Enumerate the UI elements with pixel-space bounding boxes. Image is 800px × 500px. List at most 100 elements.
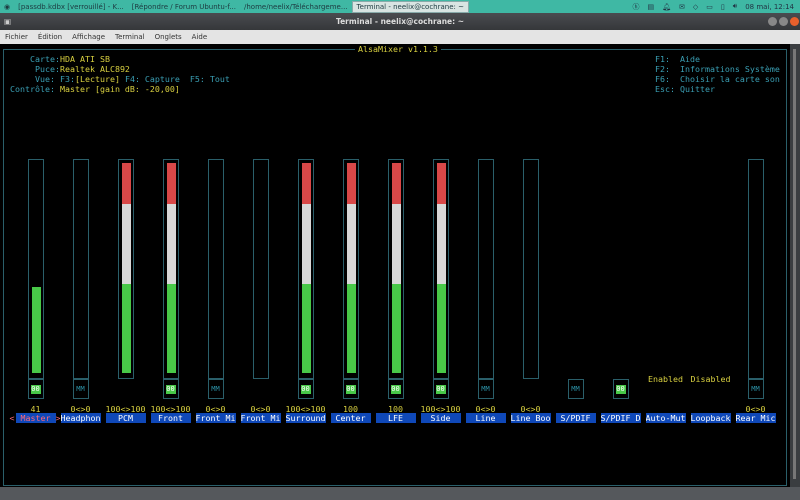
mute-toggle[interactable]: 00: [432, 379, 449, 399]
meter-fill-white: [121, 203, 131, 284]
volume-meter[interactable]: [477, 159, 494, 379]
enum-value[interactable]: Enabled: [643, 374, 688, 384]
mute-toggle[interactable]: 00: [612, 379, 629, 399]
menu-edition[interactable]: Édition: [33, 33, 67, 41]
mute-toggle[interactable]: 00: [387, 379, 404, 399]
channel-label[interactable]: Front Mi: [195, 413, 236, 423]
volume-meter[interactable]: [252, 159, 269, 379]
selection-arrow-left: <: [9, 413, 15, 423]
info-value-puce: Realtek ALC892: [60, 64, 130, 74]
channel-label[interactable]: Center: [330, 413, 371, 423]
channel-label[interactable]: S/PDIF: [555, 413, 596, 423]
volume-meter[interactable]: [207, 159, 224, 379]
menu-affichage[interactable]: Affichage: [67, 33, 110, 41]
menu-fichier[interactable]: Fichier: [0, 33, 33, 41]
view-playback[interactable]: [Lecture]: [75, 74, 120, 84]
mute-toggle[interactable]: MM: [477, 379, 494, 399]
meter-fill-red: [391, 163, 401, 204]
channel-label[interactable]: Headphon: [60, 413, 101, 423]
maximize-button[interactable]: [779, 17, 788, 26]
meter-fill-white: [346, 203, 356, 284]
channel-label[interactable]: Side: [420, 413, 461, 423]
volume-meter[interactable]: [432, 159, 449, 379]
task-terminal[interactable]: Terminal - neelix@cochrane: ~: [351, 0, 469, 13]
menu-aide[interactable]: Aide: [187, 33, 212, 41]
info-key-controle: Contrôle:: [10, 84, 55, 94]
volume-meter[interactable]: [297, 159, 314, 379]
volume-meter[interactable]: [522, 159, 539, 379]
info-key-vue: Vue:: [35, 74, 55, 84]
help-f1: F1: Aide: [655, 54, 700, 64]
mute-toggle[interactable]: 00: [297, 379, 314, 399]
channel-label[interactable]: LFE: [375, 413, 416, 423]
channel-label[interactable]: Front Mi: [240, 413, 281, 423]
volume-meter[interactable]: [27, 159, 44, 379]
meter-fill-green: [301, 283, 311, 373]
mute-state: 00: [30, 385, 41, 394]
task-keepass[interactable]: [passdb.kdbx [verrouillé] - K...: [14, 1, 128, 13]
mail-icon[interactable]: ✉: [679, 3, 685, 11]
volume-meter[interactable]: [747, 159, 764, 379]
channel-label[interactable]: Line Boo: [510, 413, 551, 423]
minimize-button[interactable]: [768, 17, 777, 26]
meter-fill-white: [391, 203, 401, 284]
dropbox-icon[interactable]: ◇: [693, 3, 698, 11]
info-key-carte: Carte:: [30, 54, 60, 64]
meter-fill-red: [346, 163, 356, 204]
close-button[interactable]: [790, 17, 799, 26]
volume-meter[interactable]: [342, 159, 359, 379]
mute-state: 00: [390, 385, 401, 394]
meter-fill-green: [166, 283, 176, 373]
volume-meter[interactable]: [387, 159, 404, 379]
bell-icon[interactable]: 🔔︎: [662, 3, 671, 11]
mute-toggle[interactable]: MM: [567, 379, 584, 399]
battery-icon[interactable]: ▯: [721, 3, 725, 11]
mute-toggle[interactable]: MM: [207, 379, 224, 399]
mute-state: 00: [345, 385, 356, 394]
mute-state: MM: [76, 385, 85, 393]
mixer-title: AlsaMixer v1.1.3: [355, 44, 441, 54]
meter-fill-white: [301, 203, 311, 284]
meter-fill-green: [31, 286, 41, 373]
mute-toggle[interactable]: 00: [342, 379, 359, 399]
clock[interactable]: 08 mai, 12:14: [745, 3, 794, 11]
channel-label[interactable]: PCM: [105, 413, 146, 423]
meter-fill-green: [346, 283, 356, 373]
menu-terminal[interactable]: Terminal: [110, 33, 150, 41]
mute-state: 00: [300, 385, 311, 394]
terminal-area[interactable]: AlsaMixer v1.1.3 Carte: HDA ATI SB Puce:…: [0, 44, 790, 487]
mute-toggle[interactable]: MM: [72, 379, 89, 399]
mute-toggle[interactable]: MM: [747, 379, 764, 399]
task-browser[interactable]: [Répondre / Forum Ubuntu-f...: [128, 1, 240, 13]
notes-icon[interactable]: ▤: [648, 3, 655, 11]
channel-label[interactable]: Front: [150, 413, 191, 423]
meter-fill-red: [121, 163, 131, 204]
meter-fill-white: [436, 203, 446, 284]
channel-label[interactable]: Loopback: [690, 413, 731, 423]
help-esc: Esc: Quitter: [655, 84, 715, 94]
channel-label[interactable]: Line: [465, 413, 506, 423]
channel-label[interactable]: Surround: [285, 413, 326, 423]
channel-label[interactable]: Rear Mic: [735, 413, 776, 423]
view-others[interactable]: F4: Capture F5: Tout: [120, 74, 230, 84]
channel-label[interactable]: Master: [15, 413, 56, 423]
task-file-manager[interactable]: /home/neelix/Téléchargeme...: [240, 1, 352, 13]
hp-icon[interactable]: ⓗ: [633, 2, 640, 12]
system-tray: ⓗ ▤ 🔔︎ ✉ ◇ ▭ ▯ 🔊︎ 08 mai, 12:14: [633, 2, 800, 12]
mute-toggle[interactable]: 00: [162, 379, 179, 399]
channel-label[interactable]: Auto-Mut: [645, 413, 686, 423]
volume-meter[interactable]: [72, 159, 89, 379]
volume-icon[interactable]: 🔊︎: [733, 2, 737, 11]
meter-fill-green: [391, 283, 401, 373]
menu-onglets[interactable]: Onglets: [150, 33, 187, 41]
volume-meter[interactable]: [117, 159, 134, 379]
scrollbar-thumb[interactable]: [793, 49, 796, 479]
volume-meter[interactable]: [162, 159, 179, 379]
network-icon[interactable]: ▭: [706, 3, 713, 11]
scrollbar[interactable]: [790, 44, 800, 487]
mute-toggle[interactable]: 00: [27, 379, 44, 399]
enum-value[interactable]: Disabled: [688, 374, 733, 384]
channel-label[interactable]: S/PDIF D: [600, 413, 641, 423]
window-title: Terminal - neelix@cochrane: ~: [335, 17, 465, 26]
start-menu-icon[interactable]: ◉: [0, 1, 14, 13]
